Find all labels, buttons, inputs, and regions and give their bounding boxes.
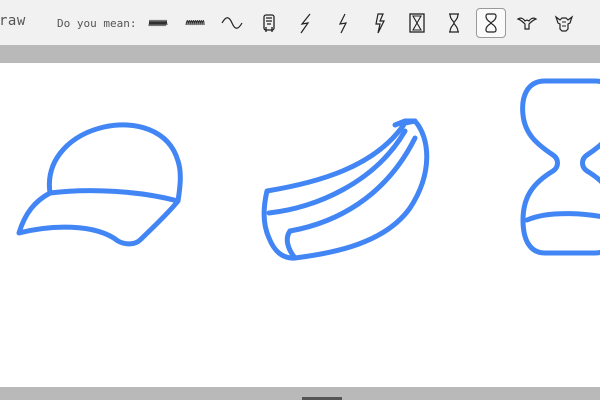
hourglass-icon bbox=[409, 13, 425, 33]
suggestion-squiggle-2[interactable] bbox=[180, 8, 210, 38]
top-toolbar: raw Do you mean: bbox=[0, 0, 600, 46]
suggestion-hourglass-1[interactable] bbox=[402, 8, 432, 38]
suggestion-squiggle-1[interactable] bbox=[143, 8, 173, 38]
baseball-cap-drawing bbox=[16, 122, 183, 247]
creature-icon bbox=[263, 14, 275, 32]
lightning-icon bbox=[300, 13, 311, 34]
suggestion-wave[interactable] bbox=[217, 8, 247, 38]
bird-icon bbox=[516, 17, 538, 30]
suggestion-bird-2[interactable] bbox=[549, 8, 579, 38]
bottom-divider bbox=[0, 387, 600, 400]
toolbar-divider bbox=[0, 45, 600, 63]
did-you-mean-label: Do you mean: bbox=[57, 17, 137, 30]
suggestion-creature[interactable] bbox=[254, 8, 284, 38]
wave-icon bbox=[221, 17, 243, 29]
hourglass-icon bbox=[485, 13, 497, 33]
lightning-icon bbox=[375, 13, 385, 34]
lightning-icon bbox=[338, 13, 348, 34]
suggestion-lightning-1[interactable] bbox=[291, 8, 321, 38]
suggestion-bird-1[interactable] bbox=[512, 8, 542, 38]
squiggle-icon bbox=[148, 19, 168, 27]
squiggle-icon bbox=[185, 20, 205, 26]
hourglass-icon bbox=[449, 13, 459, 33]
suggestion-hourglass-2[interactable] bbox=[439, 8, 469, 38]
suggestion-lightning-3[interactable] bbox=[365, 8, 395, 38]
banana-drawing bbox=[261, 118, 430, 261]
app-title: raw bbox=[0, 13, 26, 29]
hourglass-drawing bbox=[520, 78, 600, 256]
suggestion-hourglass-3[interactable] bbox=[476, 8, 506, 38]
drawing-canvas[interactable] bbox=[0, 63, 600, 387]
suggestion-lightning-2[interactable] bbox=[328, 8, 358, 38]
bird-icon bbox=[554, 15, 574, 32]
